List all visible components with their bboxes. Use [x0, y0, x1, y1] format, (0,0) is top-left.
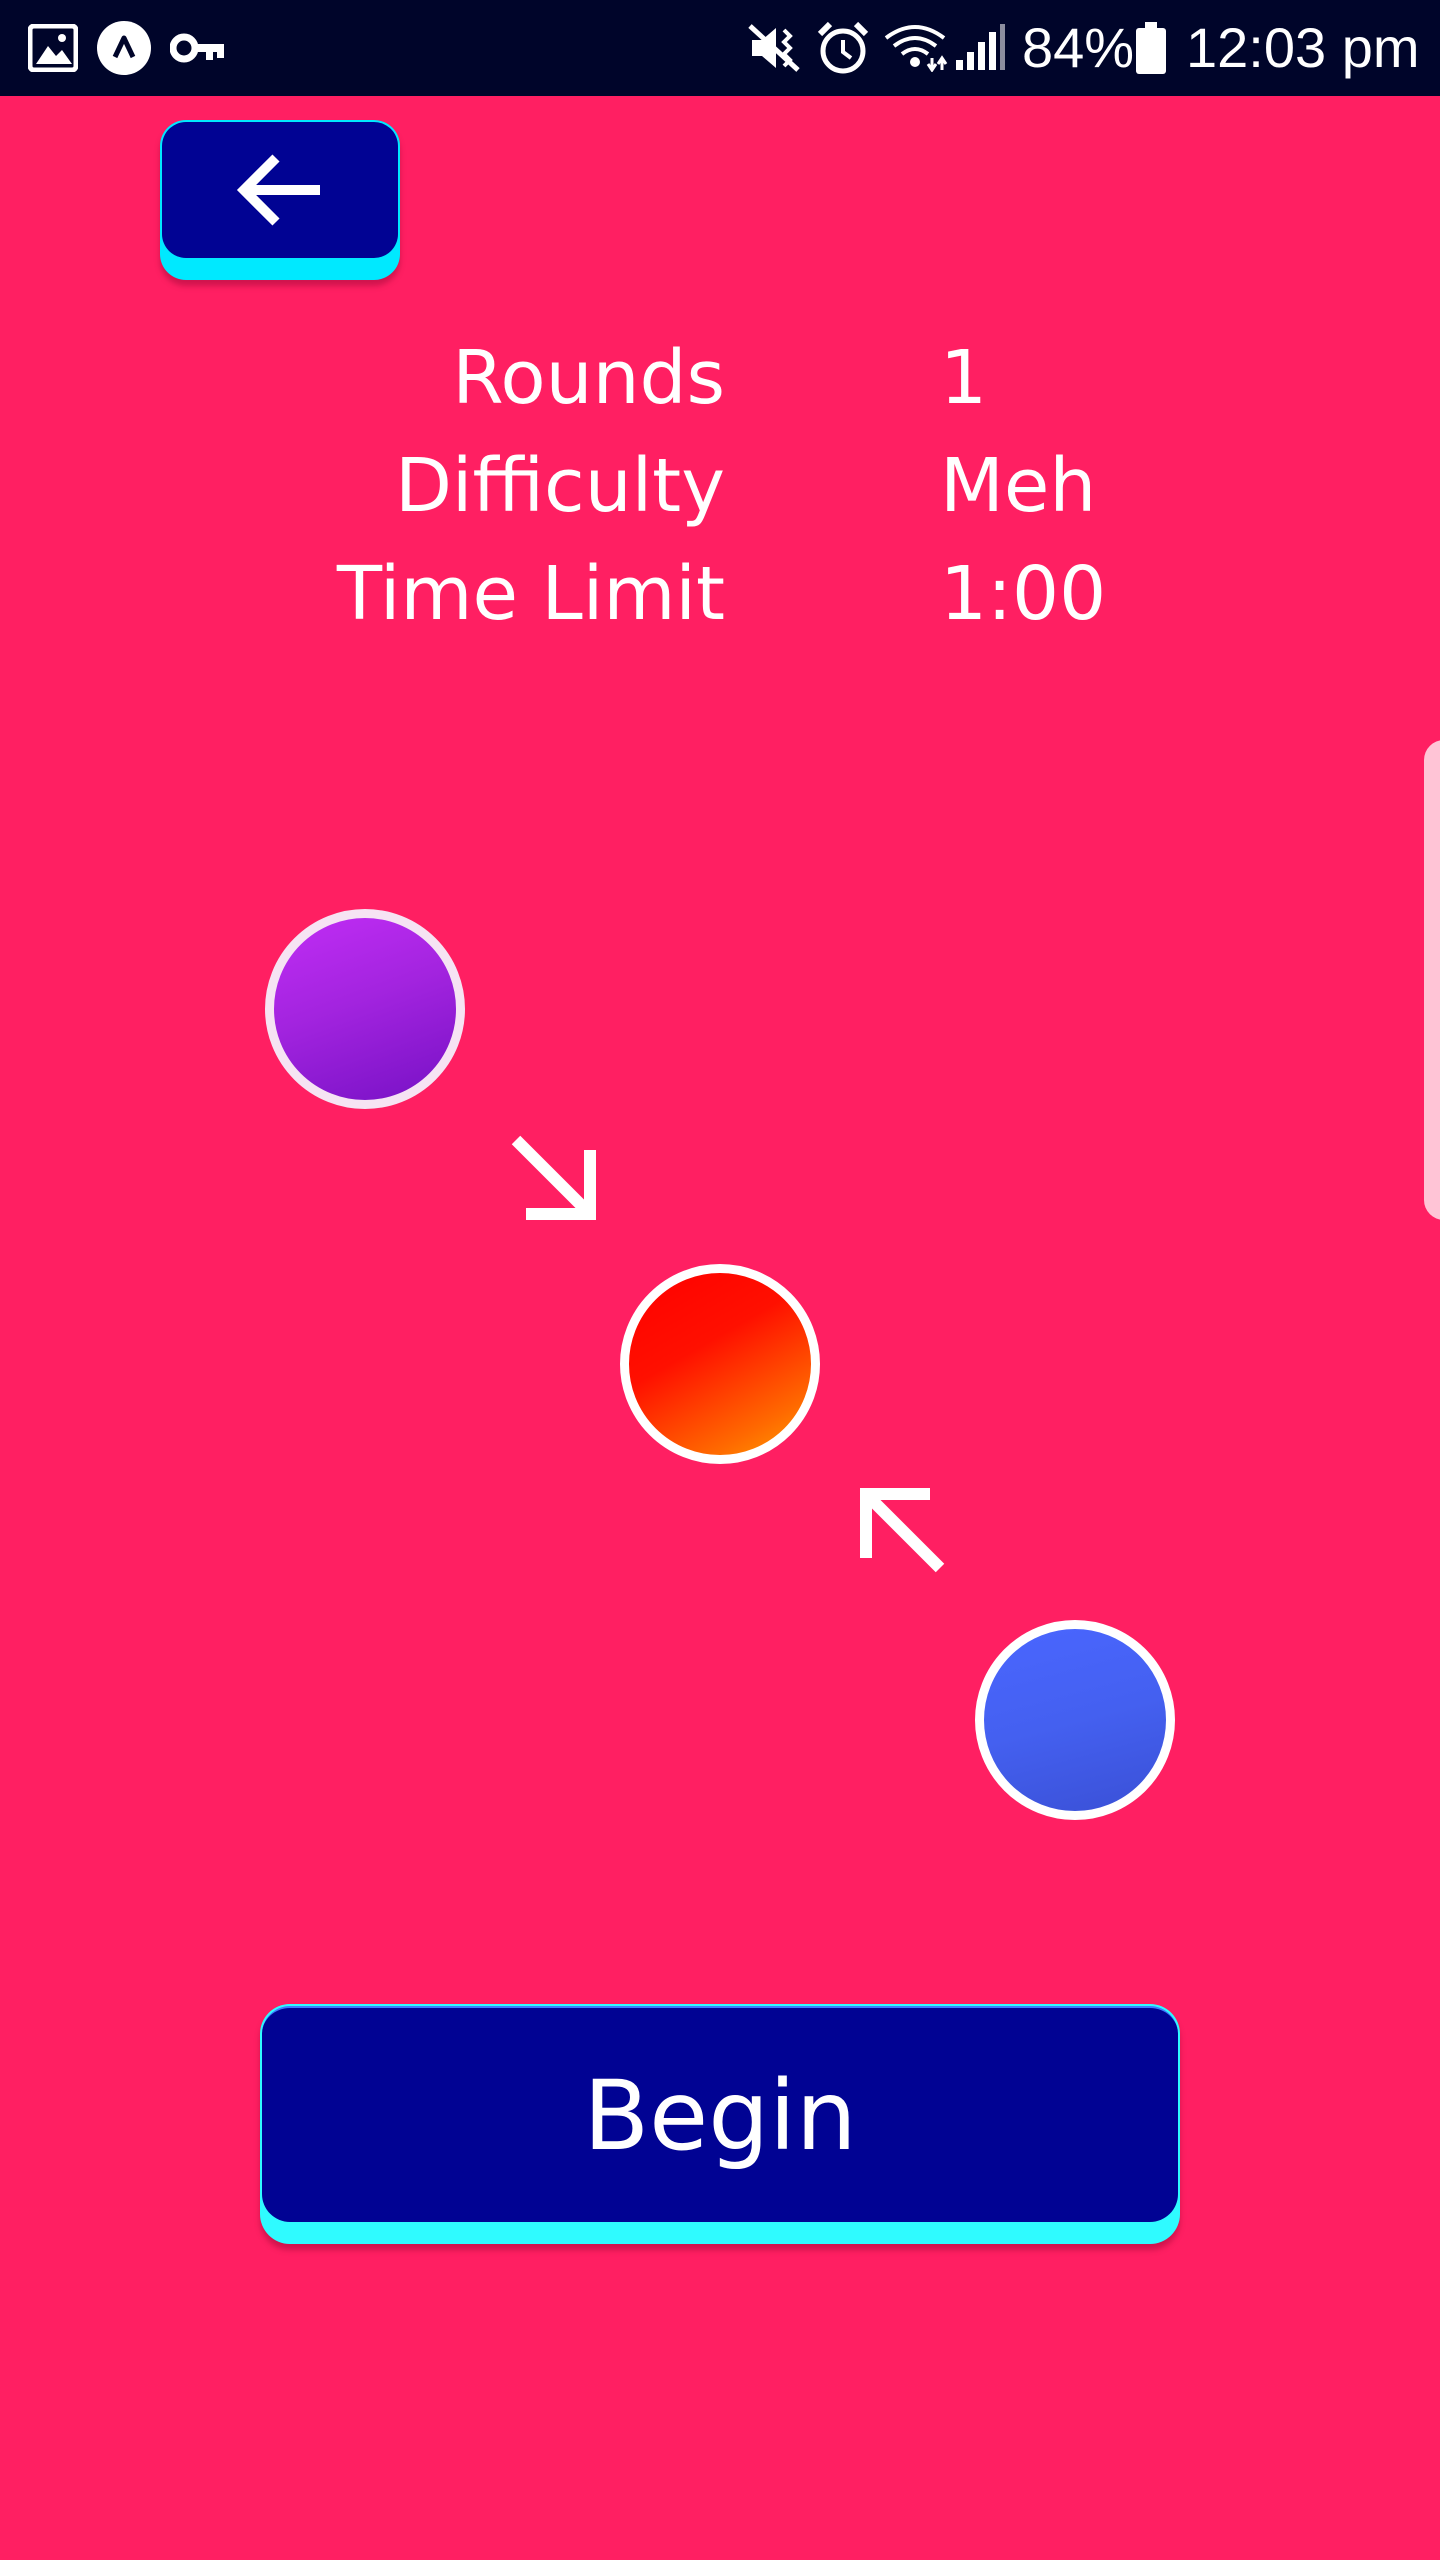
back-arrow-icon [236, 154, 320, 226]
rounds-value: 1 [940, 335, 988, 421]
status-bar: 84% 12:03 pm [0, 0, 1440, 96]
gallery-icon [28, 24, 78, 72]
difficulty-label: Difficulty [394, 443, 725, 529]
begin-button-face: Begin [262, 2006, 1178, 2222]
difficulty-value: Meh [940, 443, 1097, 529]
arrow-down-right-icon [511, 1135, 596, 1220]
setting-row-time-limit: Time Limit 1:00 [0, 544, 1440, 644]
key-icon [170, 33, 224, 63]
blue-dot [975, 1620, 1175, 1820]
time-limit-label: Time Limit [336, 551, 725, 637]
mute-vibrate-icon [748, 24, 800, 72]
wifi-icon [884, 25, 948, 72]
app-icon [97, 21, 151, 75]
setting-row-rounds: Rounds 1 [0, 328, 1440, 428]
alarm-icon [817, 21, 869, 74]
time-limit-value: 1:00 [940, 551, 1107, 637]
back-button[interactable] [160, 120, 400, 280]
battery-icon [1136, 22, 1166, 74]
edge-panel-handle[interactable] [1424, 740, 1440, 1220]
purple-dot [265, 909, 465, 1109]
rounds-label: Rounds [452, 335, 725, 421]
signal-icon [956, 24, 1005, 70]
clock-time: 12:03 pm [1186, 16, 1420, 79]
begin-button[interactable]: Begin [260, 2004, 1180, 2244]
battery-percent: 84% [1022, 16, 1135, 79]
arrow-up-left-icon [860, 1488, 945, 1573]
red-dot [620, 1264, 820, 1464]
back-button-face [162, 122, 398, 258]
begin-button-label: Begin [583, 2060, 857, 2172]
setting-row-difficulty: Difficulty Meh [0, 436, 1440, 536]
